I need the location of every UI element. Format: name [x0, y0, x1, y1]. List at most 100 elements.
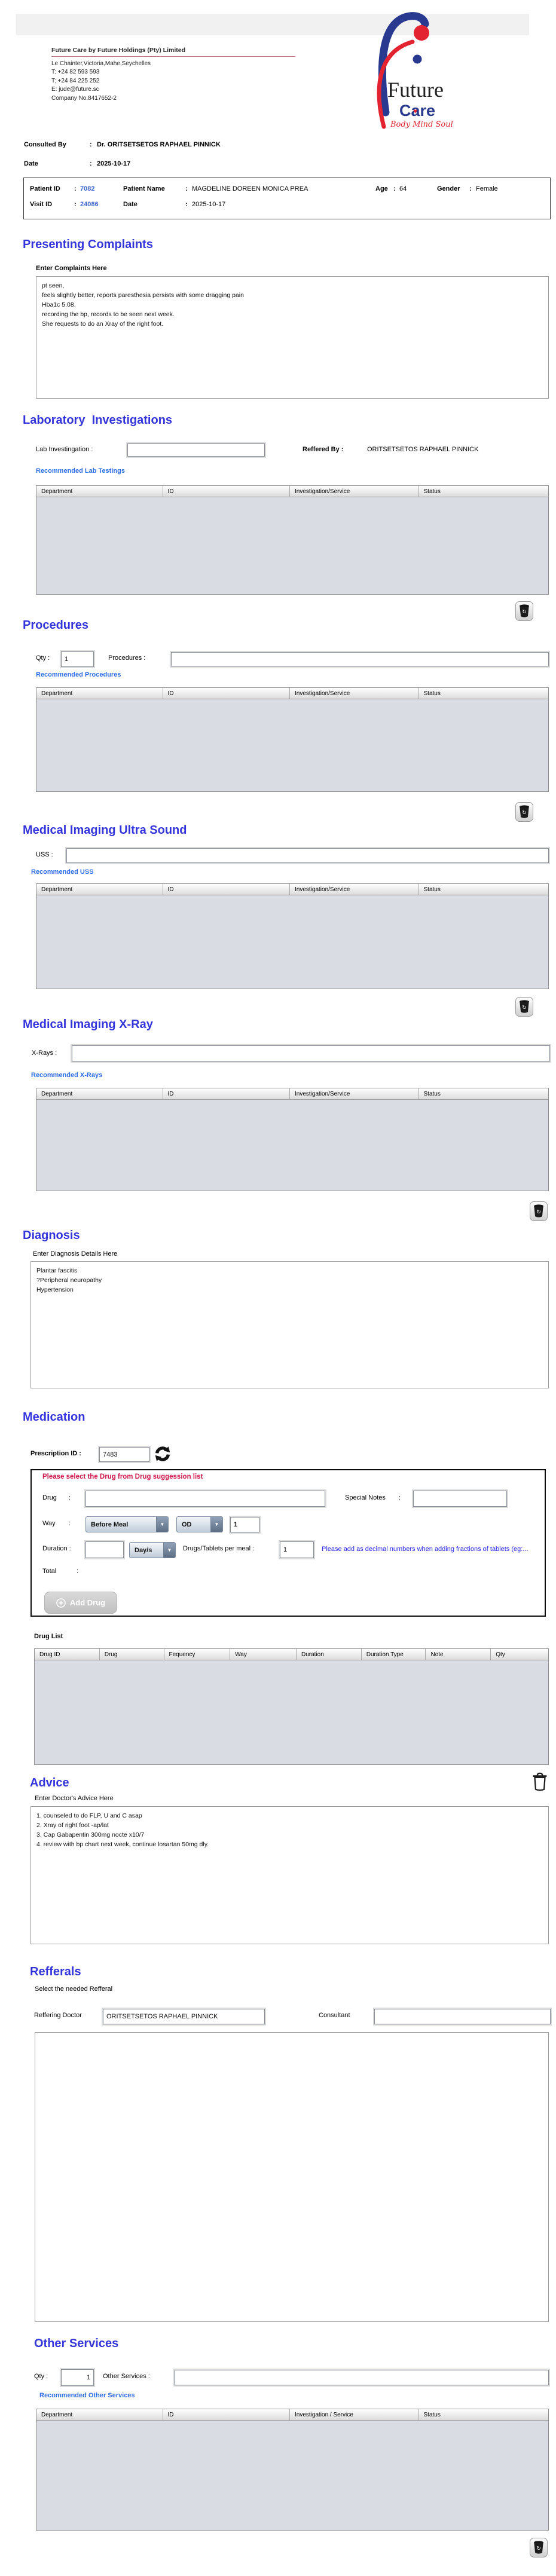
- complaints-textarea[interactable]: pt seen, feels slightly better, reports …: [36, 276, 549, 399]
- xray-delete-button[interactable]: ↻: [530, 1201, 548, 1221]
- colon: :: [399, 1494, 401, 1501]
- company-phone-1: T: +24 82 593 593: [51, 68, 151, 77]
- procedures-qty-input[interactable]: [61, 651, 94, 667]
- lab-delete-button[interactable]: ↻: [515, 601, 533, 621]
- consultant-input[interactable]: [374, 2009, 551, 2024]
- colon: :: [393, 185, 396, 192]
- drug-input[interactable]: [85, 1491, 325, 1507]
- col-duration[interactable]: Duration: [297, 1649, 362, 1660]
- company-number: Company No.8417652-2: [51, 94, 151, 103]
- col-drug-id[interactable]: Drug ID: [35, 1649, 100, 1660]
- os-delete-button[interactable]: ↻: [530, 2538, 548, 2557]
- drug-list-grid: Drug ID Drug Fequency Way Duration Durat…: [34, 1648, 549, 1765]
- col-id[interactable]: ID: [163, 1088, 291, 1099]
- logo-name-top: Future: [387, 78, 444, 102]
- diagnosis-textarea[interactable]: Plantar fascitis ?Peripheral neuropathy …: [30, 1261, 549, 1388]
- complaints-label: Enter Complaints Here: [36, 265, 107, 272]
- diagnosis-label: Enter Diagnosis Details Here: [33, 1250, 117, 1258]
- prescription-id-input[interactable]: [99, 1447, 149, 1462]
- col-department[interactable]: Department: [36, 884, 163, 895]
- procedures-delete-button[interactable]: ↻: [515, 802, 533, 822]
- trash-icon: ↻: [533, 1204, 544, 1218]
- col-status[interactable]: Status: [419, 688, 548, 699]
- consult-date-value: 2025-10-17: [97, 160, 130, 167]
- col-department[interactable]: Department: [36, 2409, 163, 2420]
- col-status[interactable]: Status: [419, 2409, 548, 2420]
- procedures-grid-header: Department ID Investigation/Service Stat…: [36, 688, 548, 699]
- col-id[interactable]: ID: [163, 2409, 291, 2420]
- col-department[interactable]: Department: [36, 486, 163, 497]
- col-investigation[interactable]: Investigation/Service: [290, 486, 419, 497]
- recommended-os-link[interactable]: Recommended Other Services: [39, 2392, 135, 2399]
- drug-delete-button[interactable]: [531, 1772, 549, 1792]
- special-notes-input[interactable]: [413, 1491, 507, 1507]
- os-input[interactable]: [175, 2370, 549, 2385]
- col-status[interactable]: Status: [419, 486, 548, 497]
- recommended-uss-link[interactable]: Recommended USS: [31, 868, 94, 876]
- frequency-value: OD: [177, 1517, 210, 1532]
- svg-text:↻: ↻: [536, 1209, 541, 1215]
- col-frequency[interactable]: Fequency: [164, 1649, 231, 1660]
- col-investigation[interactable]: Investigation/Service: [290, 884, 419, 895]
- col-status[interactable]: Status: [419, 884, 548, 895]
- uss-delete-button[interactable]: ↻: [515, 997, 533, 1017]
- company-address: Le Chainter,Victoria,Mahe,Seychelles: [51, 60, 151, 68]
- advice-label: Enter Doctor's Advice Here: [35, 1795, 114, 1802]
- col-id[interactable]: ID: [163, 688, 291, 699]
- col-department[interactable]: Department: [36, 1088, 163, 1099]
- col-investigation[interactable]: Investigation/Service: [290, 1088, 419, 1099]
- col-investigation[interactable]: Investigation/Service: [290, 688, 419, 699]
- logo-heart-icon: ♥: [413, 107, 417, 115]
- col-way[interactable]: Way: [230, 1649, 297, 1660]
- xray-input[interactable]: [72, 1045, 550, 1061]
- consulted-by-value: Dr. ORITSETSETOS RAPHAEL PINNICK: [97, 141, 221, 148]
- col-drug[interactable]: Drug: [100, 1649, 164, 1660]
- visit-date-label: Date: [123, 201, 138, 208]
- frequency-select[interactable]: OD ▼: [176, 1516, 223, 1532]
- uss-input[interactable]: [66, 848, 549, 863]
- col-department[interactable]: Department: [36, 688, 163, 699]
- col-id[interactable]: ID: [163, 486, 291, 497]
- col-note[interactable]: Note: [426, 1649, 491, 1660]
- meal-timing-select[interactable]: Before Meal ▼: [85, 1516, 169, 1532]
- col-status[interactable]: Status: [419, 1088, 548, 1099]
- duration-input[interactable]: [85, 1541, 124, 1558]
- reffering-doctor-label: Reffering Doctor: [34, 2012, 82, 2019]
- recommended-xray-link[interactable]: Recommended X-Rays: [31, 1072, 102, 1079]
- colon: :: [74, 201, 77, 208]
- reffered-by-label: Reffered By :: [303, 446, 343, 453]
- recommended-lab-link[interactable]: Recommended Lab Testings: [36, 467, 125, 475]
- procedures-input[interactable]: [171, 652, 549, 666]
- prescription-refresh-button[interactable]: [154, 1445, 172, 1464]
- complaints-heading: Presenting Complaints: [23, 238, 153, 252]
- uss-heading: Medical Imaging Ultra Sound: [23, 824, 187, 837]
- patient-name-value: MAGDELINE DOREEN MONICA PREA: [192, 185, 308, 192]
- colon: :: [469, 185, 472, 192]
- reffering-doctor-input[interactable]: [103, 2009, 265, 2024]
- drug-list-header: Drug ID Drug Fequency Way Duration Durat…: [35, 1649, 548, 1660]
- col-duration-type[interactable]: Duration Type: [362, 1649, 426, 1660]
- col-investigation[interactable]: Investigation / Service: [290, 2409, 419, 2420]
- recommended-procedures-link[interactable]: Recommended Procedures: [36, 671, 121, 678]
- chevron-down-icon: ▼: [163, 1543, 175, 1558]
- refferals-list-box[interactable]: [35, 2032, 549, 2322]
- col-qty[interactable]: Qty: [491, 1649, 548, 1660]
- way-qty-input[interactable]: [230, 1517, 259, 1532]
- per-meal-label: Drugs/Tablets per meal :: [183, 1545, 254, 1552]
- svg-text:↻: ↻: [522, 609, 527, 615]
- patient-info-box: Patient ID : 7082 Patient Name : MAGDELI…: [23, 178, 551, 219]
- plus-circle-icon: [56, 1598, 66, 1608]
- advice-heading: Advice: [30, 1776, 69, 1790]
- per-meal-input[interactable]: [280, 1541, 314, 1558]
- add-drug-label: Add Drug: [70, 1598, 105, 1607]
- col-id[interactable]: ID: [163, 884, 291, 895]
- trash-icon: ↻: [519, 805, 530, 819]
- special-notes-label: Special Notes: [345, 1494, 386, 1501]
- os-qty-input[interactable]: [61, 2369, 94, 2386]
- duration-unit-select[interactable]: Day/s ▼: [129, 1542, 176, 1558]
- advice-textarea[interactable]: 1. counseled to do FLP, U and C asap 2. …: [30, 1806, 549, 1944]
- refferal-select-label: Select the needed Refferal: [35, 1985, 112, 1993]
- add-drug-button[interactable]: Add Drug: [44, 1592, 117, 1614]
- trash-icon: ↻: [519, 1000, 530, 1014]
- lab-investigation-input[interactable]: [127, 443, 265, 457]
